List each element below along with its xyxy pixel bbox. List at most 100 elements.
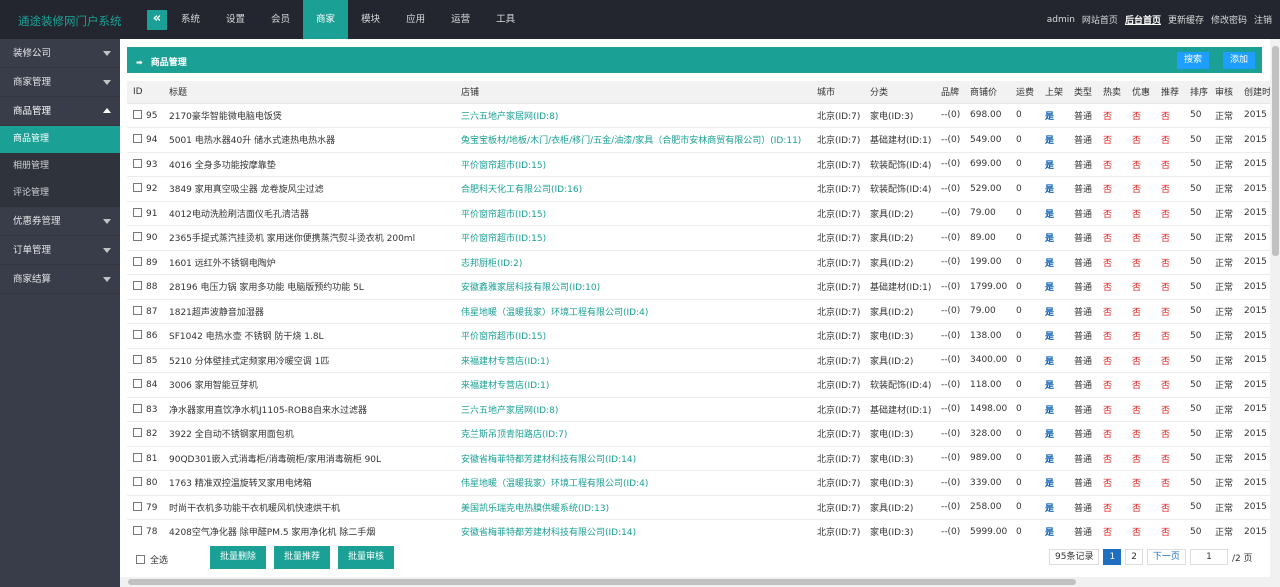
table-cell[interactable]: 否 (1126, 176, 1155, 202)
product-table-wrap[interactable]: ID 标题 店铺 城市 分类 品牌 商铺价 运费 上架 类型 热卖 优惠 推荐 排序 审核 创建时 95 217… (127, 81, 1270, 537)
table-cell[interactable]: 否 (1126, 152, 1155, 177)
table-cell[interactable]: 否 (1097, 127, 1126, 153)
column-header[interactable]: 标题 (163, 81, 455, 104)
table-cell[interactable]: 否 (1155, 397, 1184, 422)
table-cell[interactable]: 兔宝宝板材/地板/木门/衣柜/移门/五金/油漆/家具（合肥市安林商贸有限公司）(… (455, 127, 811, 153)
column-header[interactable]: 类型 (1068, 81, 1097, 104)
table-row[interactable]: 88 28196 电压力锅 家用多功能 电脑版预约功能 5L 安徽鑫雅家居科技有限公… (127, 274, 1270, 300)
table-row[interactable]: 84 3006 家用智能豆芽机 来福建材专营店(ID:1) 北京(ID:7) 软装配饰(… (127, 372, 1270, 398)
table-cell[interactable]: 否 (1126, 495, 1155, 520)
column-header[interactable]: 优惠 (1126, 81, 1155, 104)
table-cell[interactable]: 是 (1039, 348, 1068, 373)
table-cell[interactable]: 否 (1097, 495, 1126, 520)
table-cell[interactable]: 否 (1097, 152, 1126, 177)
sidebar-group-orders[interactable]: 订单管理 (0, 236, 120, 265)
table-cell[interactable]: 否 (1155, 470, 1184, 496)
next-page-button[interactable]: 下一页 (1146, 549, 1186, 565)
table-cell[interactable]: 否 (1155, 152, 1184, 177)
table-cell[interactable]: 克兰斯吊顶青阳路店(ID:7) (455, 421, 811, 447)
table-row[interactable]: 94 5001 电热水器40升 储水式速热电热水器 兔宝宝板材/地板/木门/衣柜/移… (127, 127, 1270, 153)
column-header[interactable]: 城市 (811, 81, 864, 104)
row-checkbox[interactable] (133, 232, 142, 242)
table-cell[interactable]: 是 (1039, 103, 1068, 128)
table-cell[interactable]: 是 (1039, 421, 1068, 447)
table-cell[interactable]: 是 (1039, 372, 1068, 398)
table-row[interactable]: 80 1763 精准双控温旋转叉家用电烤箱 伟星地暖（温暖我家）环境工程有限公司(I… (127, 470, 1270, 496)
table-cell[interactable]: 三六五地产家居网(ID:8) (455, 397, 811, 422)
table-cell[interactable]: 否 (1126, 201, 1155, 226)
page-jump-input[interactable]: 1 (1189, 549, 1228, 565)
column-header[interactable]: 推荐 (1155, 81, 1184, 104)
nav-item-1[interactable]: 设置 (213, 0, 258, 39)
table-cell[interactable]: 平价窗帘超市(ID:15) (455, 201, 811, 226)
table-cell[interactable]: 否 (1126, 103, 1155, 128)
table-row[interactable]: 92 3849 家用真空吸尘器 龙卷旋风尘过滤 合肥科天化工有限公司(ID:16) 北… (127, 176, 1270, 202)
table-row[interactable]: 83 净水器家用直饮净水机J1105-ROB8自来水过滤器 三六五地产家居网(ID:… (127, 397, 1270, 422)
admin-home-link[interactable]: 后台首页 (1125, 13, 1161, 26)
table-cell[interactable]: 安徽省梅菲特都芳建材科技有限公司(ID:14) (455, 519, 811, 537)
column-header[interactable]: 上架 (1039, 81, 1068, 104)
table-cell[interactable]: 否 (1126, 372, 1155, 398)
table-cell[interactable]: 三六五地产家居网(ID:8) (455, 103, 811, 128)
table-cell[interactable]: 平价窗帘超市(ID:15) (455, 152, 811, 177)
table-row[interactable]: 91 4012电动洗脸刷洁面仪毛孔清洁器 平价窗帘超市(ID:15) 北京(ID:7)… (127, 201, 1270, 226)
table-cell[interactable]: 否 (1126, 274, 1155, 300)
table-cell[interactable]: 否 (1126, 446, 1155, 471)
table-cell[interactable]: 否 (1126, 225, 1155, 251)
table-cell[interactable]: 伟星地暖（温暖我家）环境工程有限公司(ID:4) (455, 299, 811, 324)
table-cell[interactable]: 是 (1039, 152, 1068, 177)
table-cell[interactable]: 否 (1126, 519, 1155, 537)
row-checkbox[interactable] (133, 256, 142, 266)
sidebar-group-merchant[interactable]: 商家管理 (0, 68, 120, 97)
change-password-link[interactable]: 修改密码 (1211, 13, 1247, 26)
nav-item-5[interactable]: 应用 (393, 0, 438, 39)
brand-logo[interactable]: 通途装修网门户系统 (18, 13, 122, 29)
row-checkbox[interactable] (133, 501, 142, 511)
row-checkbox[interactable] (133, 452, 142, 462)
table-cell[interactable]: 否 (1126, 323, 1155, 349)
table-cell[interactable]: 是 (1039, 225, 1068, 251)
table-cell[interactable]: 否 (1155, 372, 1184, 398)
table-row[interactable]: 86 SF1042 电热水壶 不锈钢 防干烧 1.8L 平价窗帘超市(ID:15) 北… (127, 323, 1270, 349)
table-cell[interactable]: 否 (1097, 274, 1126, 300)
sidebar-group-products[interactable]: 商品管理 (0, 97, 120, 126)
table-cell[interactable]: 否 (1126, 470, 1155, 496)
table-cell[interactable]: 否 (1155, 323, 1184, 349)
table-cell[interactable]: 否 (1126, 348, 1155, 373)
table-row[interactable]: 93 4016 全身多功能按摩靠垫 平价窗帘超市(ID:15) 北京(ID:7) 软装配… (127, 152, 1270, 177)
table-cell[interactable]: 否 (1097, 446, 1126, 471)
table-cell[interactable]: 否 (1155, 348, 1184, 373)
sidebar-item-album-management[interactable]: 相册管理 (0, 153, 120, 180)
table-cell[interactable]: 否 (1155, 446, 1184, 471)
table-cell[interactable]: 否 (1155, 299, 1184, 324)
table-cell[interactable]: 来福建材专营店(ID:1) (455, 348, 811, 373)
sidebar-item-product-management[interactable]: 商品管理 (0, 126, 120, 153)
table-cell[interactable]: 是 (1039, 299, 1068, 324)
table-cell[interactable]: 否 (1155, 201, 1184, 226)
table-cell[interactable]: 是 (1039, 446, 1068, 471)
table-cell[interactable]: 平价窗帘超市(ID:15) (455, 323, 811, 349)
table-row[interactable]: 90 2365手提式蒸汽挂烫机 家用迷你便携蒸汽熨斗烫衣机 200ml 平价窗帘超市… (127, 225, 1270, 251)
row-checkbox[interactable] (133, 428, 142, 438)
site-home-link[interactable]: 网站首页 (1082, 13, 1118, 26)
horizontal-scrollbar-thumb[interactable] (128, 579, 1076, 585)
table-cell[interactable]: 是 (1039, 323, 1068, 349)
row-checkbox[interactable] (133, 354, 142, 364)
column-header[interactable]: 运费 (1010, 81, 1039, 104)
table-cell[interactable]: 否 (1155, 225, 1184, 251)
row-checkbox[interactable] (133, 477, 142, 487)
table-cell[interactable]: 否 (1097, 470, 1126, 496)
table-cell[interactable]: 是 (1039, 495, 1068, 520)
table-cell[interactable]: 否 (1097, 250, 1126, 275)
row-checkbox[interactable] (133, 109, 142, 119)
sidebar-group-coupons[interactable]: 优惠券管理 (0, 207, 120, 236)
row-checkbox[interactable] (133, 379, 142, 389)
column-header[interactable]: 品牌 (935, 81, 964, 104)
table-cell[interactable]: 否 (1155, 421, 1184, 447)
row-checkbox[interactable] (133, 158, 142, 168)
table-cell[interactable]: 否 (1155, 103, 1184, 128)
table-cell[interactable]: 是 (1039, 201, 1068, 226)
nav-item-0[interactable]: 系统 (168, 0, 213, 39)
table-cell[interactable]: 否 (1126, 421, 1155, 447)
table-row[interactable]: 85 5210 分体壁挂式定频家用冷暖空调 1匹 来福建材专营店(ID:1) 北京(I… (127, 348, 1270, 373)
